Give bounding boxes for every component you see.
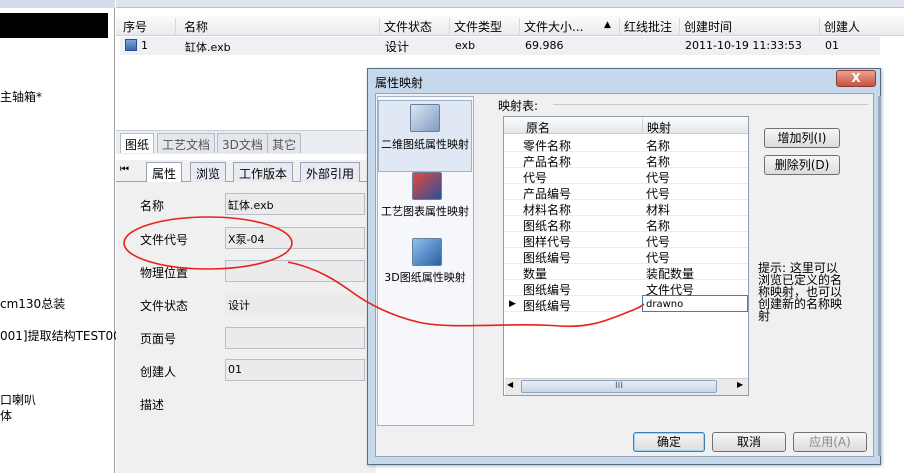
grid-cell-original: 零件名称	[523, 139, 572, 153]
grid-cell-original: 图纸名称	[523, 219, 572, 233]
grid-cell-mapping: 代号	[646, 171, 671, 185]
grid-cell-mapping: 名称	[646, 155, 671, 169]
grid-cell-mapping: drawno	[646, 299, 684, 310]
grid-cell-original: 材料名称	[523, 203, 572, 217]
red-annotation-overlay	[123, 216, 645, 328]
annotation-arrow-line	[287, 261, 645, 328]
grid-cell-original: 图纸编号	[523, 283, 572, 297]
grid-cell-mapping: 代号	[646, 251, 671, 265]
app-window: 主轴箱* cm130总装 001]提取结构TEST00 口喇叭 体 序号 名称 …	[0, 0, 904, 473]
grid-cell-original: 图纸编号	[523, 251, 572, 265]
grid-cell-mapping: 名称	[646, 139, 671, 153]
grid-cell-original: 产品名称	[523, 155, 572, 169]
annotation-ellipse	[123, 216, 293, 270]
grid-cell-original: 数量	[523, 267, 548, 281]
grid-cell-original: 产品编号	[523, 187, 572, 201]
grid-cell-mapping: 代号	[646, 187, 671, 201]
grid-cell-original: 图样代号	[523, 235, 572, 249]
grid-cell-mapping: 文件代号	[646, 283, 695, 297]
grid-cell-mapping: 材料	[646, 203, 671, 217]
grid-cell-mapping: 装配数量	[646, 267, 695, 281]
grid-cell-mapping: 名称	[646, 219, 671, 233]
grid-cell-original: 图纸编号	[523, 299, 572, 313]
grid-cell-mapping: 代号	[646, 235, 671, 249]
grid-cell-original: 代号	[523, 171, 548, 185]
